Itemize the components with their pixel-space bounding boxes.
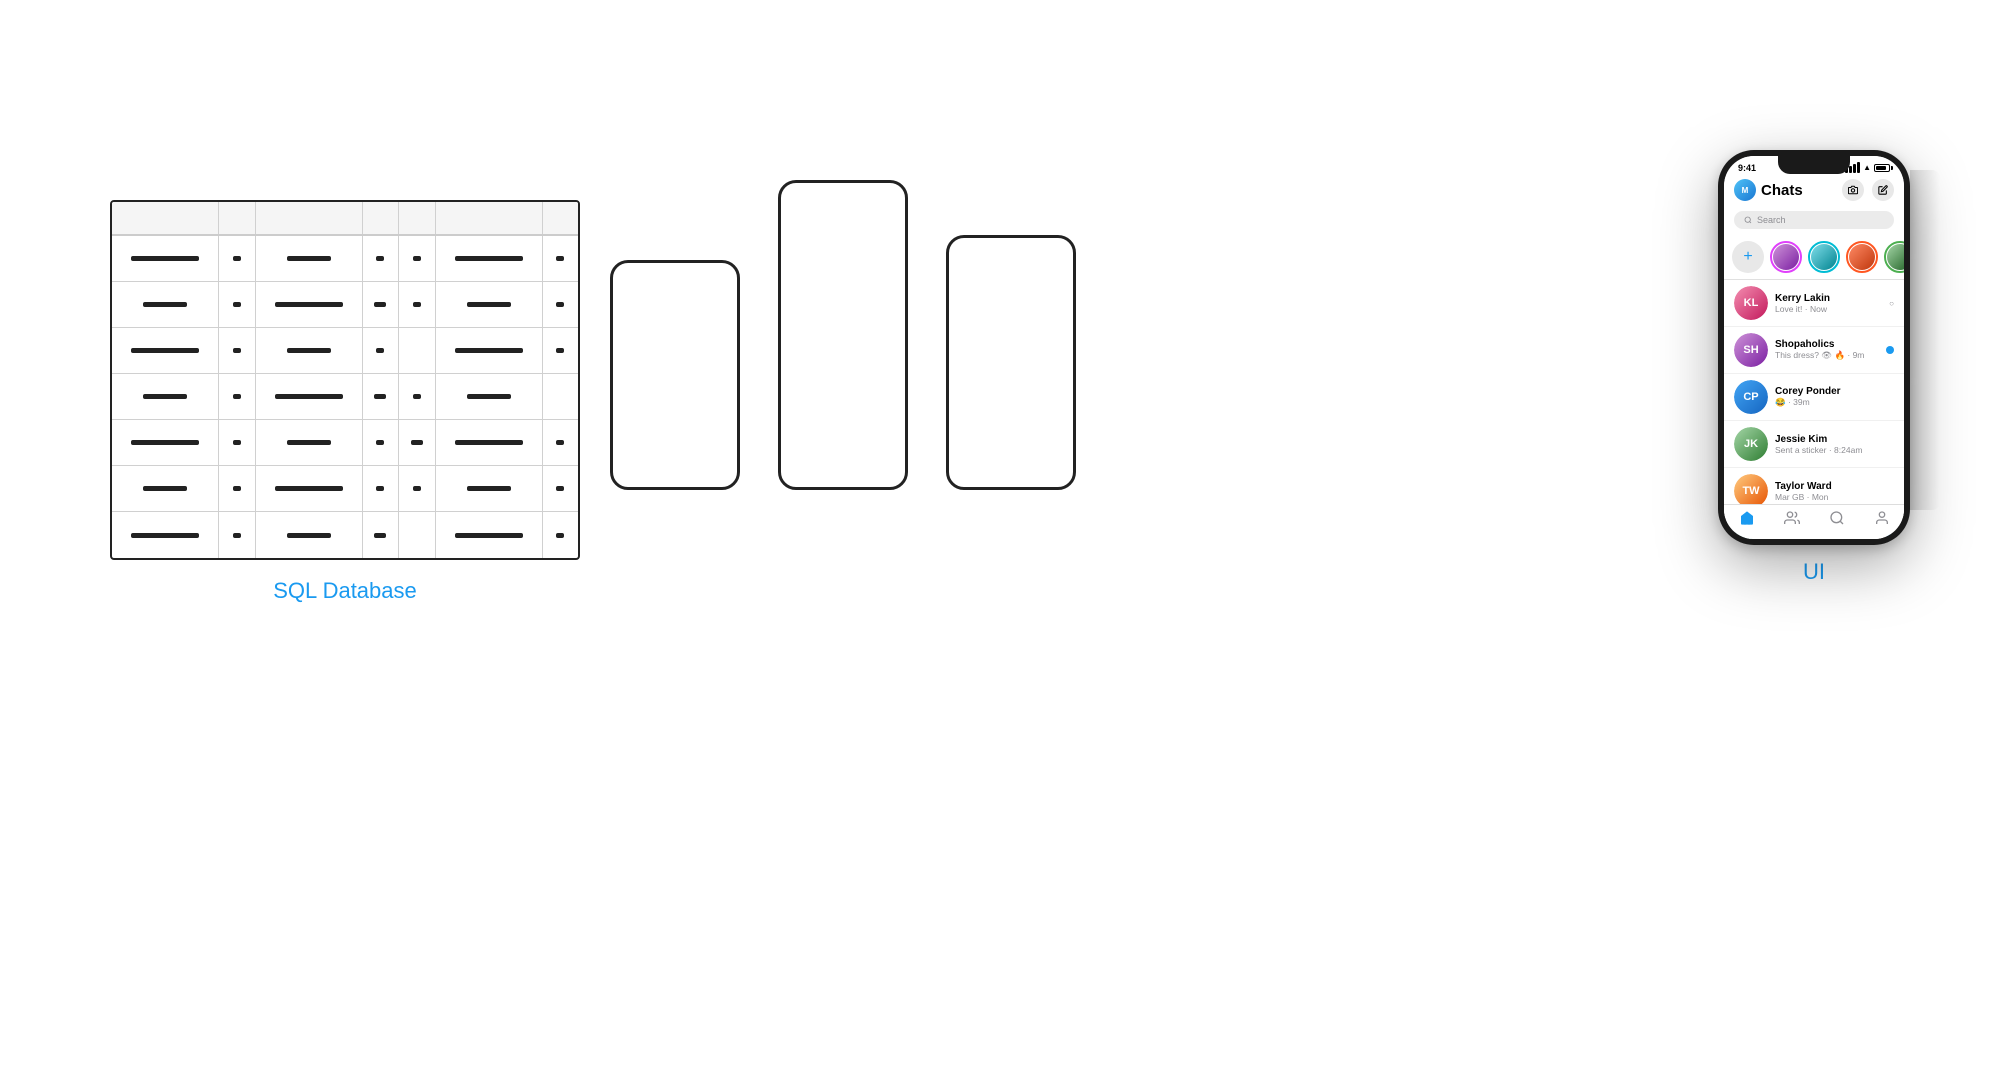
ui-label: UI: [1803, 559, 1825, 585]
iphone-device: 9:41 ▲ M Cha: [1718, 150, 1910, 545]
avatar-kerry-lakin: KL: [1734, 286, 1768, 320]
avatar-taylor-ward: TW: [1734, 474, 1768, 508]
status-icons: ▲: [1845, 162, 1890, 173]
chat-preview-shopaholics: This dress? 👁 🔥 · 9m: [1775, 350, 1879, 361]
ui-section: 9:41 ▲ M Cha: [1718, 150, 1910, 585]
chat-name-kerry-lakin: Kerry Lakin: [1775, 293, 1882, 304]
chat-list: KL Kerry Lakin Love it! · Now ○ SH: [1724, 280, 1904, 539]
search-placeholder: Search: [1757, 215, 1786, 225]
search-input-box[interactable]: Search: [1734, 211, 1894, 229]
chat-preview-jessie-kim: Sent a sticker · 8:24am: [1775, 445, 1887, 455]
search-icon: [1744, 216, 1752, 224]
col-header-1: [112, 202, 219, 234]
chat-item-jessie-kim[interactable]: JK Jessie Kim Sent a sticker · 8:24am: [1724, 421, 1904, 468]
nav-home[interactable]: [1739, 510, 1755, 531]
battery-icon: [1874, 164, 1890, 172]
table-row: [112, 466, 578, 512]
col-header-7: [543, 202, 579, 234]
story-avatar-4[interactable]: [1884, 241, 1904, 273]
header-left: M Chats: [1734, 179, 1803, 201]
table-row: [112, 512, 578, 558]
col-header-4: [363, 202, 400, 234]
chat-item-kerry-lakin[interactable]: KL Kerry Lakin Love it! · Now ○: [1724, 280, 1904, 327]
table-row: [112, 236, 578, 282]
battery-fill: [1876, 166, 1886, 170]
col-header-6: [436, 202, 543, 234]
status-time: 9:41: [1738, 163, 1756, 173]
iphone-screen: 9:41 ▲ M Cha: [1724, 156, 1904, 539]
sql-label: SQL Database: [110, 578, 580, 604]
chat-name-corey-ponder: Corey Ponder: [1775, 386, 1887, 397]
wireframe-phone-medium: [946, 235, 1076, 490]
chat-preview-taylor-ward: Mar GB · Mon: [1775, 492, 1887, 502]
chat-info-shopaholics: Shopaholics This dress? 👁 🔥 · 9m: [1775, 339, 1879, 361]
search-bar: Search: [1724, 207, 1904, 235]
nav-discover[interactable]: [1829, 510, 1845, 531]
chat-info-jessie-kim: Jessie Kim Sent a sticker · 8:24am: [1775, 434, 1887, 455]
avatar-shopaholics: SH: [1734, 333, 1768, 367]
avatar-corey-ponder: CP: [1734, 380, 1768, 414]
chat-preview-corey-ponder: 😂 · 39m: [1775, 397, 1887, 408]
read-check-kerry-lakin: ○: [1889, 299, 1894, 308]
nav-people[interactable]: [1784, 510, 1800, 531]
story-row: +: [1724, 235, 1904, 280]
table-row: [112, 282, 578, 328]
camera-button[interactable]: [1842, 179, 1864, 201]
wireframe-phone-tall: [778, 180, 908, 490]
chat-item-shopaholics[interactable]: SH Shopaholics This dress? 👁 🔥 · 9m: [1724, 327, 1904, 374]
chat-name-jessie-kim: Jessie Kim: [1775, 434, 1887, 445]
header-avatar: M: [1734, 179, 1756, 201]
table-row: [112, 420, 578, 466]
edit-button[interactable]: [1872, 179, 1894, 201]
bottom-nav: [1724, 504, 1904, 539]
messenger-header: M Chats: [1724, 175, 1904, 207]
sql-section: SQL Database: [110, 200, 580, 604]
iphone-notch: [1778, 156, 1850, 174]
chat-name-taylor-ward: Taylor Ward: [1775, 481, 1887, 492]
wireframe-phone-small: [610, 260, 740, 490]
avatar-jessie-kim: JK: [1734, 427, 1768, 461]
database-table: [110, 200, 580, 560]
col-header-3: [256, 202, 363, 234]
add-story-button[interactable]: +: [1732, 241, 1764, 273]
story-avatar-1[interactable]: [1770, 241, 1802, 273]
col-header-2: [219, 202, 256, 234]
table-row: [112, 328, 578, 374]
phone-shadow: [1910, 170, 1940, 510]
header-icons: [1842, 179, 1894, 201]
signal-bar-3: [1853, 164, 1856, 173]
table-header-row: [112, 202, 578, 236]
wifi-icon: ▲: [1863, 163, 1871, 172]
chat-preview-kerry-lakin: Love it! · Now: [1775, 304, 1882, 314]
signal-bar-4: [1857, 162, 1860, 173]
col-header-5: [399, 202, 436, 234]
story-avatar-3[interactable]: [1846, 241, 1878, 273]
story-avatar-2[interactable]: [1808, 241, 1840, 273]
nav-profile[interactable]: [1874, 510, 1890, 531]
chat-item-corey-ponder[interactable]: CP Corey Ponder 😂 · 39m: [1724, 374, 1904, 421]
chat-meta-kerry-lakin: ○: [1889, 299, 1894, 308]
chat-name-shopaholics: Shopaholics: [1775, 339, 1879, 350]
chat-meta-shopaholics: [1886, 346, 1894, 354]
chat-info-corey-ponder: Corey Ponder 😂 · 39m: [1775, 386, 1887, 408]
unread-badge-shopaholics: [1886, 346, 1894, 354]
table-row: [112, 374, 578, 420]
signal-bar-2: [1849, 166, 1852, 173]
wireframes-section: [610, 180, 1076, 490]
header-title: Chats: [1761, 182, 1803, 199]
chat-info-taylor-ward: Taylor Ward Mar GB · Mon: [1775, 481, 1887, 502]
chat-info-kerry-lakin: Kerry Lakin Love it! · Now: [1775, 293, 1882, 314]
